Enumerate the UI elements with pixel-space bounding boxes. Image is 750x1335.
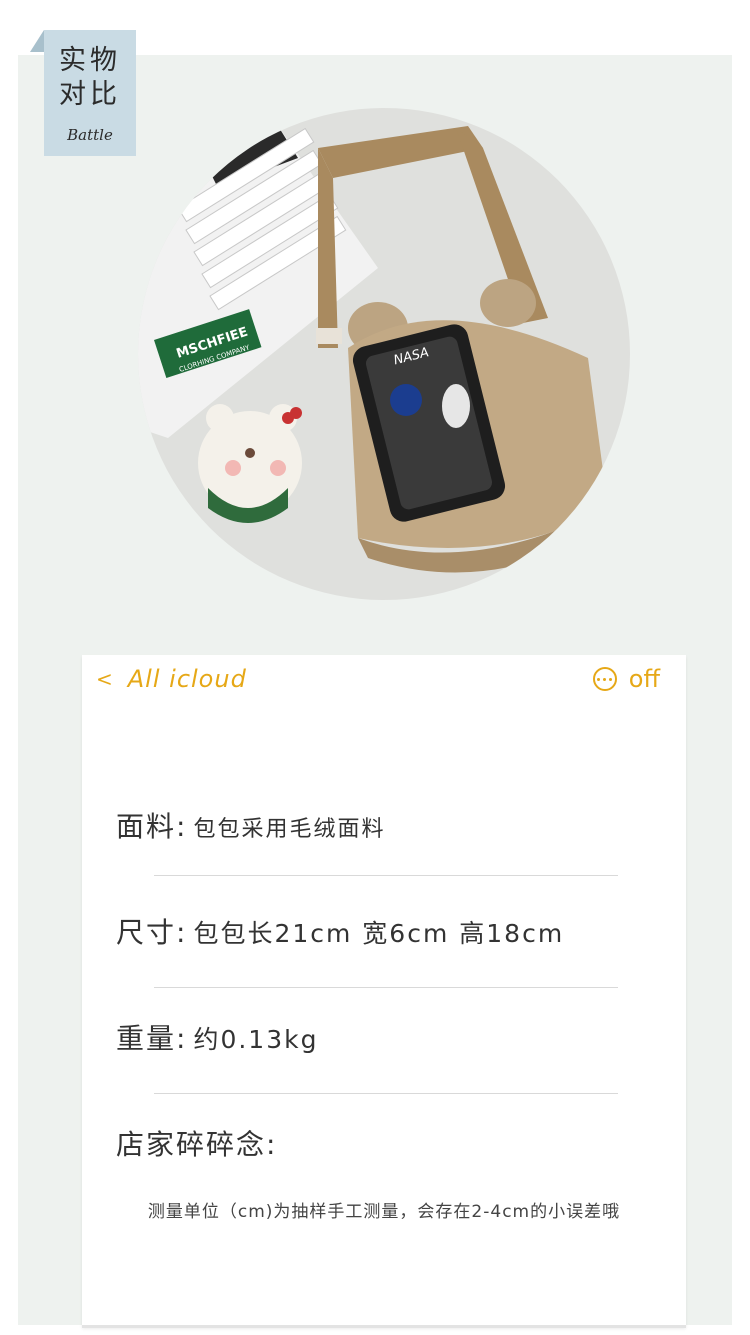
divider — [154, 875, 618, 876]
tag-fold — [30, 30, 44, 52]
chevron-left-icon: < — [96, 667, 114, 691]
spec-weight: 重量 : 约0.13kg — [116, 1017, 656, 1057]
product-photo: MSCHFIEE CLORHING COMPANY NASA — [138, 108, 630, 600]
card-shadow-line — [82, 1325, 686, 1328]
divider — [154, 1093, 618, 1094]
spec-notes: 店家碎碎念 : — [116, 1123, 656, 1163]
more-dots-icon — [592, 667, 617, 691]
spec-separator: : — [176, 1022, 188, 1055]
spec-size: 尺寸 : 包包长21cm 宽6cm 高18cm — [116, 911, 656, 951]
spec-separator: : — [176, 810, 188, 843]
spec-value: 包包采用毛绒面料 — [193, 817, 386, 842]
measurement-note: 测量单位（cm)为抽样手工测量，会存在2-4cm的小误差哦 — [147, 1202, 621, 1222]
spec-label: 面料 — [116, 810, 177, 843]
teddy-keychain — [198, 404, 302, 523]
spec-separator: : — [266, 1128, 278, 1161]
spec-value: 包包长21cm 宽6cm 高18cm — [193, 919, 565, 948]
tag-subtitle: Battle — [67, 126, 113, 144]
info-card: < All icloud off 面料 : 包包采用毛绒面料 尺寸 : 包包长2… — [82, 655, 686, 1327]
more-label: off — [628, 665, 660, 693]
spec-value: 约0.13kg — [193, 1025, 319, 1054]
spec-label: 重量 — [116, 1022, 177, 1055]
divider — [154, 987, 618, 988]
back-label: All icloud — [127, 665, 247, 693]
battle-tag: 实物 对比 Battle — [44, 30, 136, 156]
spec-material: 面料 : 包包采用毛绒面料 — [116, 805, 656, 845]
tag-title: 实物 对比 — [59, 45, 121, 110]
more-button[interactable]: off — [592, 665, 660, 693]
spec-label: 店家碎碎念 — [116, 1128, 267, 1161]
spec-separator: : — [176, 916, 188, 949]
back-button[interactable]: < All icloud — [96, 665, 247, 693]
spec-label: 尺寸 — [116, 916, 177, 949]
